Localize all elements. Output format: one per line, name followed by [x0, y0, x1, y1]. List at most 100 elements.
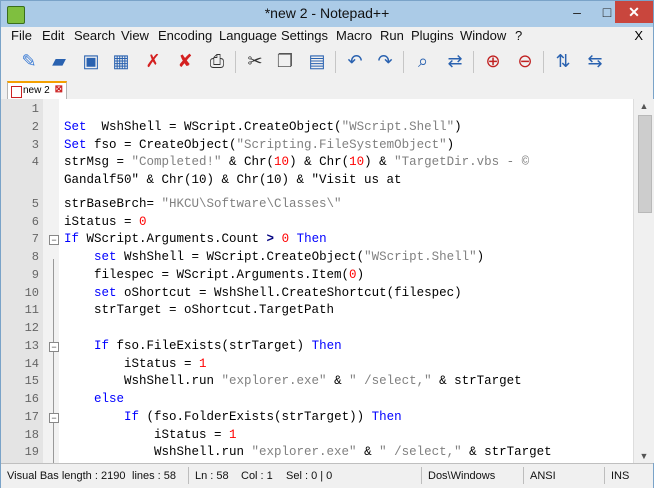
code-line[interactable]: Gandalf50" & Chr(10) & Chr(10) & "Visit …: [1, 172, 633, 190]
code-line[interactable]: 6 iStatus = 0: [1, 214, 633, 232]
code-token: Then: [296, 232, 327, 247]
save-icon[interactable]: ▣: [79, 49, 103, 73]
code-text: else: [64, 391, 124, 409]
new-file-icon[interactable]: ✎: [17, 49, 41, 73]
code-line[interactable]: 7− If WScript.Arguments.Count > 0 Then: [1, 231, 633, 249]
menu-window[interactable]: Window: [460, 28, 506, 43]
code-line[interactable]: 1: [1, 101, 633, 119]
code-token: 0: [139, 214, 147, 229]
vertical-scrollbar[interactable]: ▲ ▼: [633, 99, 654, 463]
scroll-down-arrow-icon[interactable]: ▼: [634, 451, 654, 461]
line-number: 16: [24, 392, 39, 406]
close-all-icon[interactable]: ✘: [173, 49, 197, 73]
fold-toggle-icon[interactable]: −: [49, 412, 59, 423]
code-token: iStatus =: [64, 214, 140, 229]
fold-toggle-icon[interactable]: −: [49, 235, 59, 246]
code-line[interactable]: 13− If fso.FileExists(strTarget) Then: [1, 338, 633, 356]
sync-horizontal-icon[interactable]: ⇆: [583, 49, 607, 73]
code-token: "explorer.exe": [221, 374, 327, 389]
code-line[interactable]: 8 set WshShell = WScript.CreateObject("W…: [1, 249, 633, 267]
code-text: filespec = WScript.Arguments.Item(0): [64, 267, 364, 285]
code-line[interactable]: 3 Set fso = CreateObject("Scripting.FileS…: [1, 137, 633, 155]
editor-text-area[interactable]: 1 2 Set WshShell = WScript.CreateObject("W…: [1, 99, 633, 463]
scrollbar-thumb[interactable]: [638, 115, 652, 213]
code-line[interactable]: 12: [1, 320, 633, 338]
code-line[interactable]: 15 WshShell.run "explorer.exe" & " /sele…: [1, 373, 633, 391]
sync-vertical-icon[interactable]: ⇅: [551, 49, 575, 73]
code-token: & Chr(: [221, 155, 275, 170]
menu-macro[interactable]: Macro: [336, 28, 372, 43]
undo-icon[interactable]: ↶: [343, 49, 367, 73]
menu-file[interactable]: File: [11, 28, 32, 43]
toolbar-separator: [543, 51, 544, 73]
toolbar-separator: [235, 51, 236, 73]
code-line[interactable]: 18 iStatus = 1: [1, 427, 633, 445]
menu-help[interactable]: ?: [515, 28, 522, 43]
code-line[interactable]: 10 set oShortcut = WshShell.CreateShortc…: [1, 285, 633, 303]
status-separator: [523, 467, 524, 484]
close-icon[interactable]: ✗: [141, 49, 165, 73]
code-text: strBaseBrch= "HKCU\Software\Classes\": [64, 196, 342, 214]
code-line[interactable]: 2 Set WshShell = WScript.CreateObject("WS…: [1, 119, 633, 137]
code-token: (fso.FolderExists(strTarget)): [139, 409, 372, 424]
fold-toggle-icon[interactable]: −: [49, 341, 59, 352]
status-bar: Visual Bas length : 2190 lines : 58 Ln :…: [1, 463, 653, 488]
redo-icon[interactable]: ↷: [373, 49, 397, 73]
minimize-button[interactable]: –: [561, 1, 593, 23]
menu-run[interactable]: Run: [380, 28, 404, 43]
menu-plugins[interactable]: Plugins: [411, 28, 454, 43]
tab-new-2[interactable]: new 2 ⊠: [7, 81, 67, 100]
tab-close-button[interactable]: ⊠: [55, 84, 63, 95]
code-token: "explorer.exe": [251, 445, 357, 460]
code-line[interactable]: 5 strBaseBrch= "HKCU\Software\Classes\": [1, 196, 633, 214]
code-token: "WScript.Shell": [364, 250, 477, 264]
line-number: 1: [31, 102, 39, 116]
toolbar-separator: [403, 51, 404, 73]
copy-icon[interactable]: ❐: [273, 49, 297, 73]
code-line[interactable]: 17− If (fso.FolderExists(strTarget)) The…: [1, 409, 633, 427]
code-token: "Scripting.FileSystemObject": [236, 137, 447, 152]
save-all-icon[interactable]: ▦: [109, 49, 133, 73]
zoom-in-icon[interactable]: ⊕: [481, 49, 505, 73]
code-token: 1: [229, 427, 237, 442]
cut-icon[interactable]: ✂: [243, 49, 267, 73]
line-number: 19: [24, 445, 39, 460]
print-icon[interactable]: ⎙: [205, 49, 229, 73]
status-separator: [421, 467, 422, 484]
code-line[interactable]: 11 strTarget = oShortcut.TargetPath: [1, 302, 633, 320]
status-lines: lines : 58: [132, 470, 177, 482]
replace-icon[interactable]: ⇄: [443, 49, 467, 73]
menu-search[interactable]: Search: [74, 28, 115, 43]
open-file-icon[interactable]: ▰: [47, 49, 71, 73]
menu-settings[interactable]: Settings: [281, 28, 328, 43]
code-line[interactable]: 14 iStatus = 1: [1, 356, 633, 374]
code-text: strMsg = "Completed!" & Chr(10) & Chr(10…: [64, 154, 529, 172]
status-eol: Dos\Windows: [428, 470, 496, 482]
code-token: WshShell = WScript.CreateObject(: [116, 250, 365, 264]
menu-edit[interactable]: Edit: [42, 28, 64, 43]
line-number: 13: [24, 338, 39, 353]
code-text: WshShell.run "explorer.exe" & " /select,…: [64, 444, 552, 462]
close-window-button[interactable]: ✕: [615, 1, 653, 23]
code-line[interactable]: 9 filespec = WScript.Arguments.Item(0): [1, 267, 633, 285]
find-icon[interactable]: ⌕: [411, 49, 435, 73]
menu-encoding[interactable]: Encoding: [158, 28, 212, 43]
zoom-out-icon[interactable]: ⊖: [513, 49, 537, 73]
close-document-button[interactable]: X: [634, 28, 643, 43]
paste-icon[interactable]: ▤: [305, 49, 329, 73]
code-token: oShortcut = WshShell.CreateShortcut(file…: [116, 285, 462, 300]
code-token: else: [94, 392, 125, 406]
code-line[interactable]: 19 WshShell.run "explorer.exe" & " /sele…: [1, 444, 633, 462]
code-line[interactable]: 16 else: [1, 391, 633, 409]
toolbar-separator: [335, 51, 336, 73]
menu-language[interactable]: Language: [219, 28, 277, 43]
scroll-up-arrow-icon[interactable]: ▲: [634, 101, 654, 111]
line-number: 2: [31, 119, 39, 134]
code-text: iStatus = 1: [64, 427, 237, 445]
code-line[interactable]: 4 strMsg = "Completed!" & Chr(10) & Chr(1…: [1, 154, 633, 172]
code-token: If: [94, 338, 110, 353]
code-token: 1: [199, 356, 207, 371]
menu-view[interactable]: View: [121, 28, 149, 43]
